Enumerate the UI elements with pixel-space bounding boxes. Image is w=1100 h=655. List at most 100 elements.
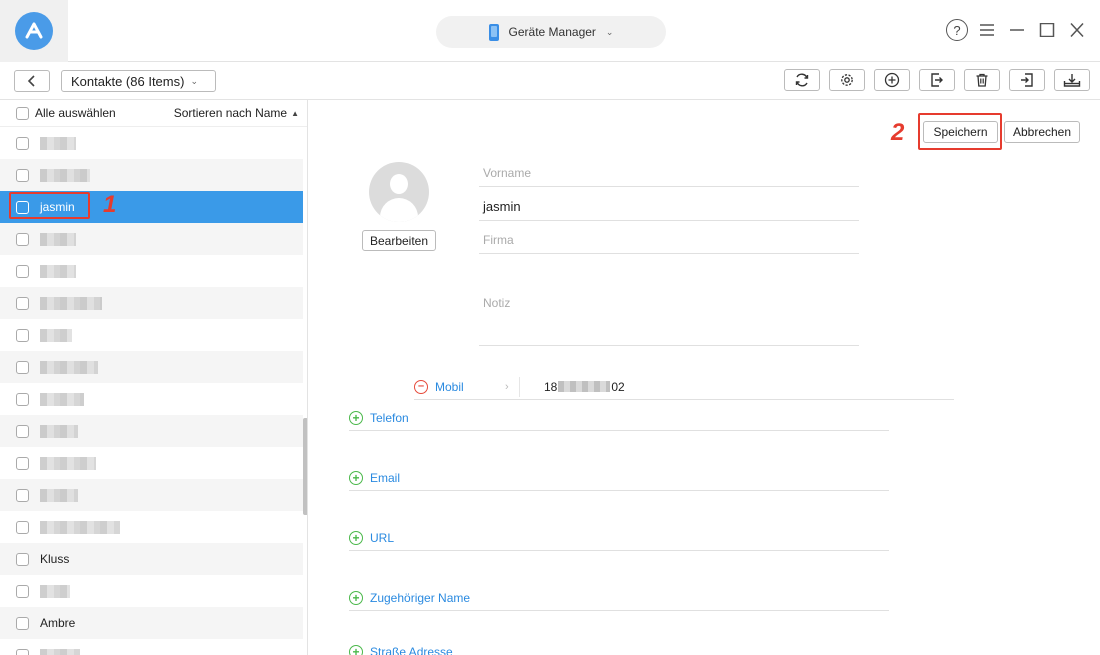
- row-checkbox[interactable]: [16, 616, 29, 630]
- add-field-row[interactable]: + URL: [349, 525, 889, 551]
- row-checkbox[interactable]: [16, 520, 29, 534]
- row-checkbox[interactable]: [16, 328, 29, 342]
- chevron-right-icon[interactable]: ›: [505, 381, 519, 393]
- category-select[interactable]: Kontakte (86 Items) ⌄: [61, 70, 216, 92]
- list-item[interactable]: [0, 383, 303, 415]
- redacted-contact-name: [40, 488, 78, 502]
- settings-button[interactable]: [829, 69, 865, 91]
- row-checkbox[interactable]: [16, 424, 29, 438]
- list-item[interactable]: Kluss: [0, 543, 303, 575]
- add-field-row[interactable]: + Email: [349, 465, 889, 491]
- avatar: [369, 162, 429, 222]
- add-field-icon[interactable]: +: [349, 590, 363, 605]
- chevron-left-icon: [27, 75, 35, 87]
- row-checkbox[interactable]: [16, 456, 29, 470]
- list-item[interactable]: [0, 127, 303, 159]
- select-all-label[interactable]: Alle auswählen: [35, 106, 174, 120]
- step-2-marker: 2: [891, 119, 905, 146]
- remove-field-icon[interactable]: –: [414, 379, 428, 394]
- minimize-button[interactable]: [1006, 18, 1028, 42]
- redacted-contact-name: [40, 456, 96, 470]
- redacted-contact-name: [40, 520, 120, 534]
- row-checkbox[interactable]: [16, 552, 29, 566]
- mobile-number-field[interactable]: 18 02: [544, 380, 625, 394]
- list-item[interactable]: [0, 575, 303, 607]
- redacted-contact-name: [40, 424, 78, 438]
- device-selector[interactable]: Geräte Manager ⌄: [436, 16, 666, 48]
- select-all-checkbox[interactable]: [16, 106, 29, 120]
- redacted-contact-name: [40, 328, 72, 342]
- add-field-icon[interactable]: +: [349, 410, 363, 425]
- add-field-icon[interactable]: +: [349, 470, 363, 485]
- menu-icon: [980, 24, 994, 36]
- list-item[interactable]: Ambre: [0, 607, 303, 639]
- export-icon: [931, 73, 943, 87]
- sort-button[interactable]: Sortieren nach Name ▲: [174, 106, 299, 120]
- list-scrollbar[interactable]: [303, 418, 307, 515]
- close-icon: [1070, 23, 1084, 37]
- contact-list-pane: Alle auswählen Sortieren nach Name ▲ jas…: [0, 100, 308, 655]
- list-item[interactable]: [0, 351, 303, 383]
- list-item[interactable]: [0, 639, 303, 655]
- save-button[interactable]: Speichern: [923, 121, 998, 143]
- anytrans-logo-icon: [15, 12, 53, 50]
- list-item[interactable]: [0, 319, 303, 351]
- row-checkbox[interactable]: [16, 136, 29, 150]
- export-to-computer-button[interactable]: [919, 69, 955, 91]
- maximize-button[interactable]: [1036, 18, 1058, 42]
- cancel-button[interactable]: Abbrechen: [1004, 121, 1080, 143]
- redacted-contact-name: [40, 264, 76, 278]
- row-checkbox[interactable]: [16, 360, 29, 374]
- close-button[interactable]: [1066, 18, 1088, 42]
- company-field[interactable]: Firma: [479, 222, 859, 254]
- gear-icon: [841, 74, 853, 86]
- add-button[interactable]: [874, 69, 910, 91]
- row-checkbox[interactable]: [16, 488, 29, 502]
- row-checkbox[interactable]: [16, 168, 29, 182]
- sort-asc-icon: ▲: [291, 108, 299, 118]
- list-item[interactable]: [0, 255, 303, 287]
- redacted-contact-name: [40, 232, 76, 246]
- list-item[interactable]: [0, 287, 303, 319]
- add-field-label: Straße Adresse: [370, 644, 453, 655]
- row-checkbox[interactable]: [16, 264, 29, 278]
- first-name-field[interactable]: Vorname: [479, 155, 859, 187]
- mobile-phone-row: – Mobil › 18 02: [414, 374, 954, 400]
- import-button[interactable]: [1009, 69, 1045, 91]
- download-tray-icon: [1063, 74, 1081, 87]
- delete-button[interactable]: [964, 69, 1000, 91]
- row-checkbox[interactable]: [16, 584, 29, 598]
- import-icon: [1021, 73, 1033, 87]
- row-checkbox[interactable]: [16, 296, 29, 310]
- menu-button[interactable]: [976, 18, 998, 42]
- add-field-icon[interactable]: +: [349, 644, 363, 655]
- edit-photo-button[interactable]: Bearbeiten: [362, 230, 436, 251]
- transfer-to-device-button[interactable]: [1054, 69, 1090, 91]
- list-item[interactable]: [0, 415, 303, 447]
- toolbar-actions: [784, 69, 1090, 91]
- refresh-button[interactable]: [784, 69, 820, 91]
- plus-circle-icon: [884, 72, 900, 88]
- row-checkbox[interactable]: [16, 232, 29, 246]
- note-field[interactable]: Notiz: [479, 290, 859, 346]
- add-field-label: Telefon: [370, 410, 409, 425]
- add-field-icon[interactable]: +: [349, 530, 363, 545]
- redacted-contact-name: [40, 296, 102, 310]
- help-button[interactable]: ?: [946, 18, 968, 42]
- list-item[interactable]: [0, 479, 303, 511]
- add-field-row[interactable]: + Telefon: [349, 405, 889, 431]
- row-checkbox[interactable]: [16, 392, 29, 406]
- list-item[interactable]: [0, 223, 303, 255]
- add-field-row[interactable]: + Zugehöriger Name: [349, 585, 889, 611]
- list-item[interactable]: [0, 511, 303, 543]
- maximize-icon: [1039, 23, 1055, 37]
- redacted-contact-name: [40, 360, 98, 374]
- list-item[interactable]: [0, 159, 303, 191]
- row-checkbox[interactable]: [16, 648, 29, 655]
- mobile-label[interactable]: Mobil: [435, 380, 505, 394]
- list-item[interactable]: [0, 447, 303, 479]
- add-field-row[interactable]: + Straße Adresse: [349, 639, 889, 655]
- last-name-field[interactable]: jasmin: [479, 189, 859, 221]
- back-button[interactable]: [14, 70, 50, 92]
- phone-icon: [488, 23, 499, 41]
